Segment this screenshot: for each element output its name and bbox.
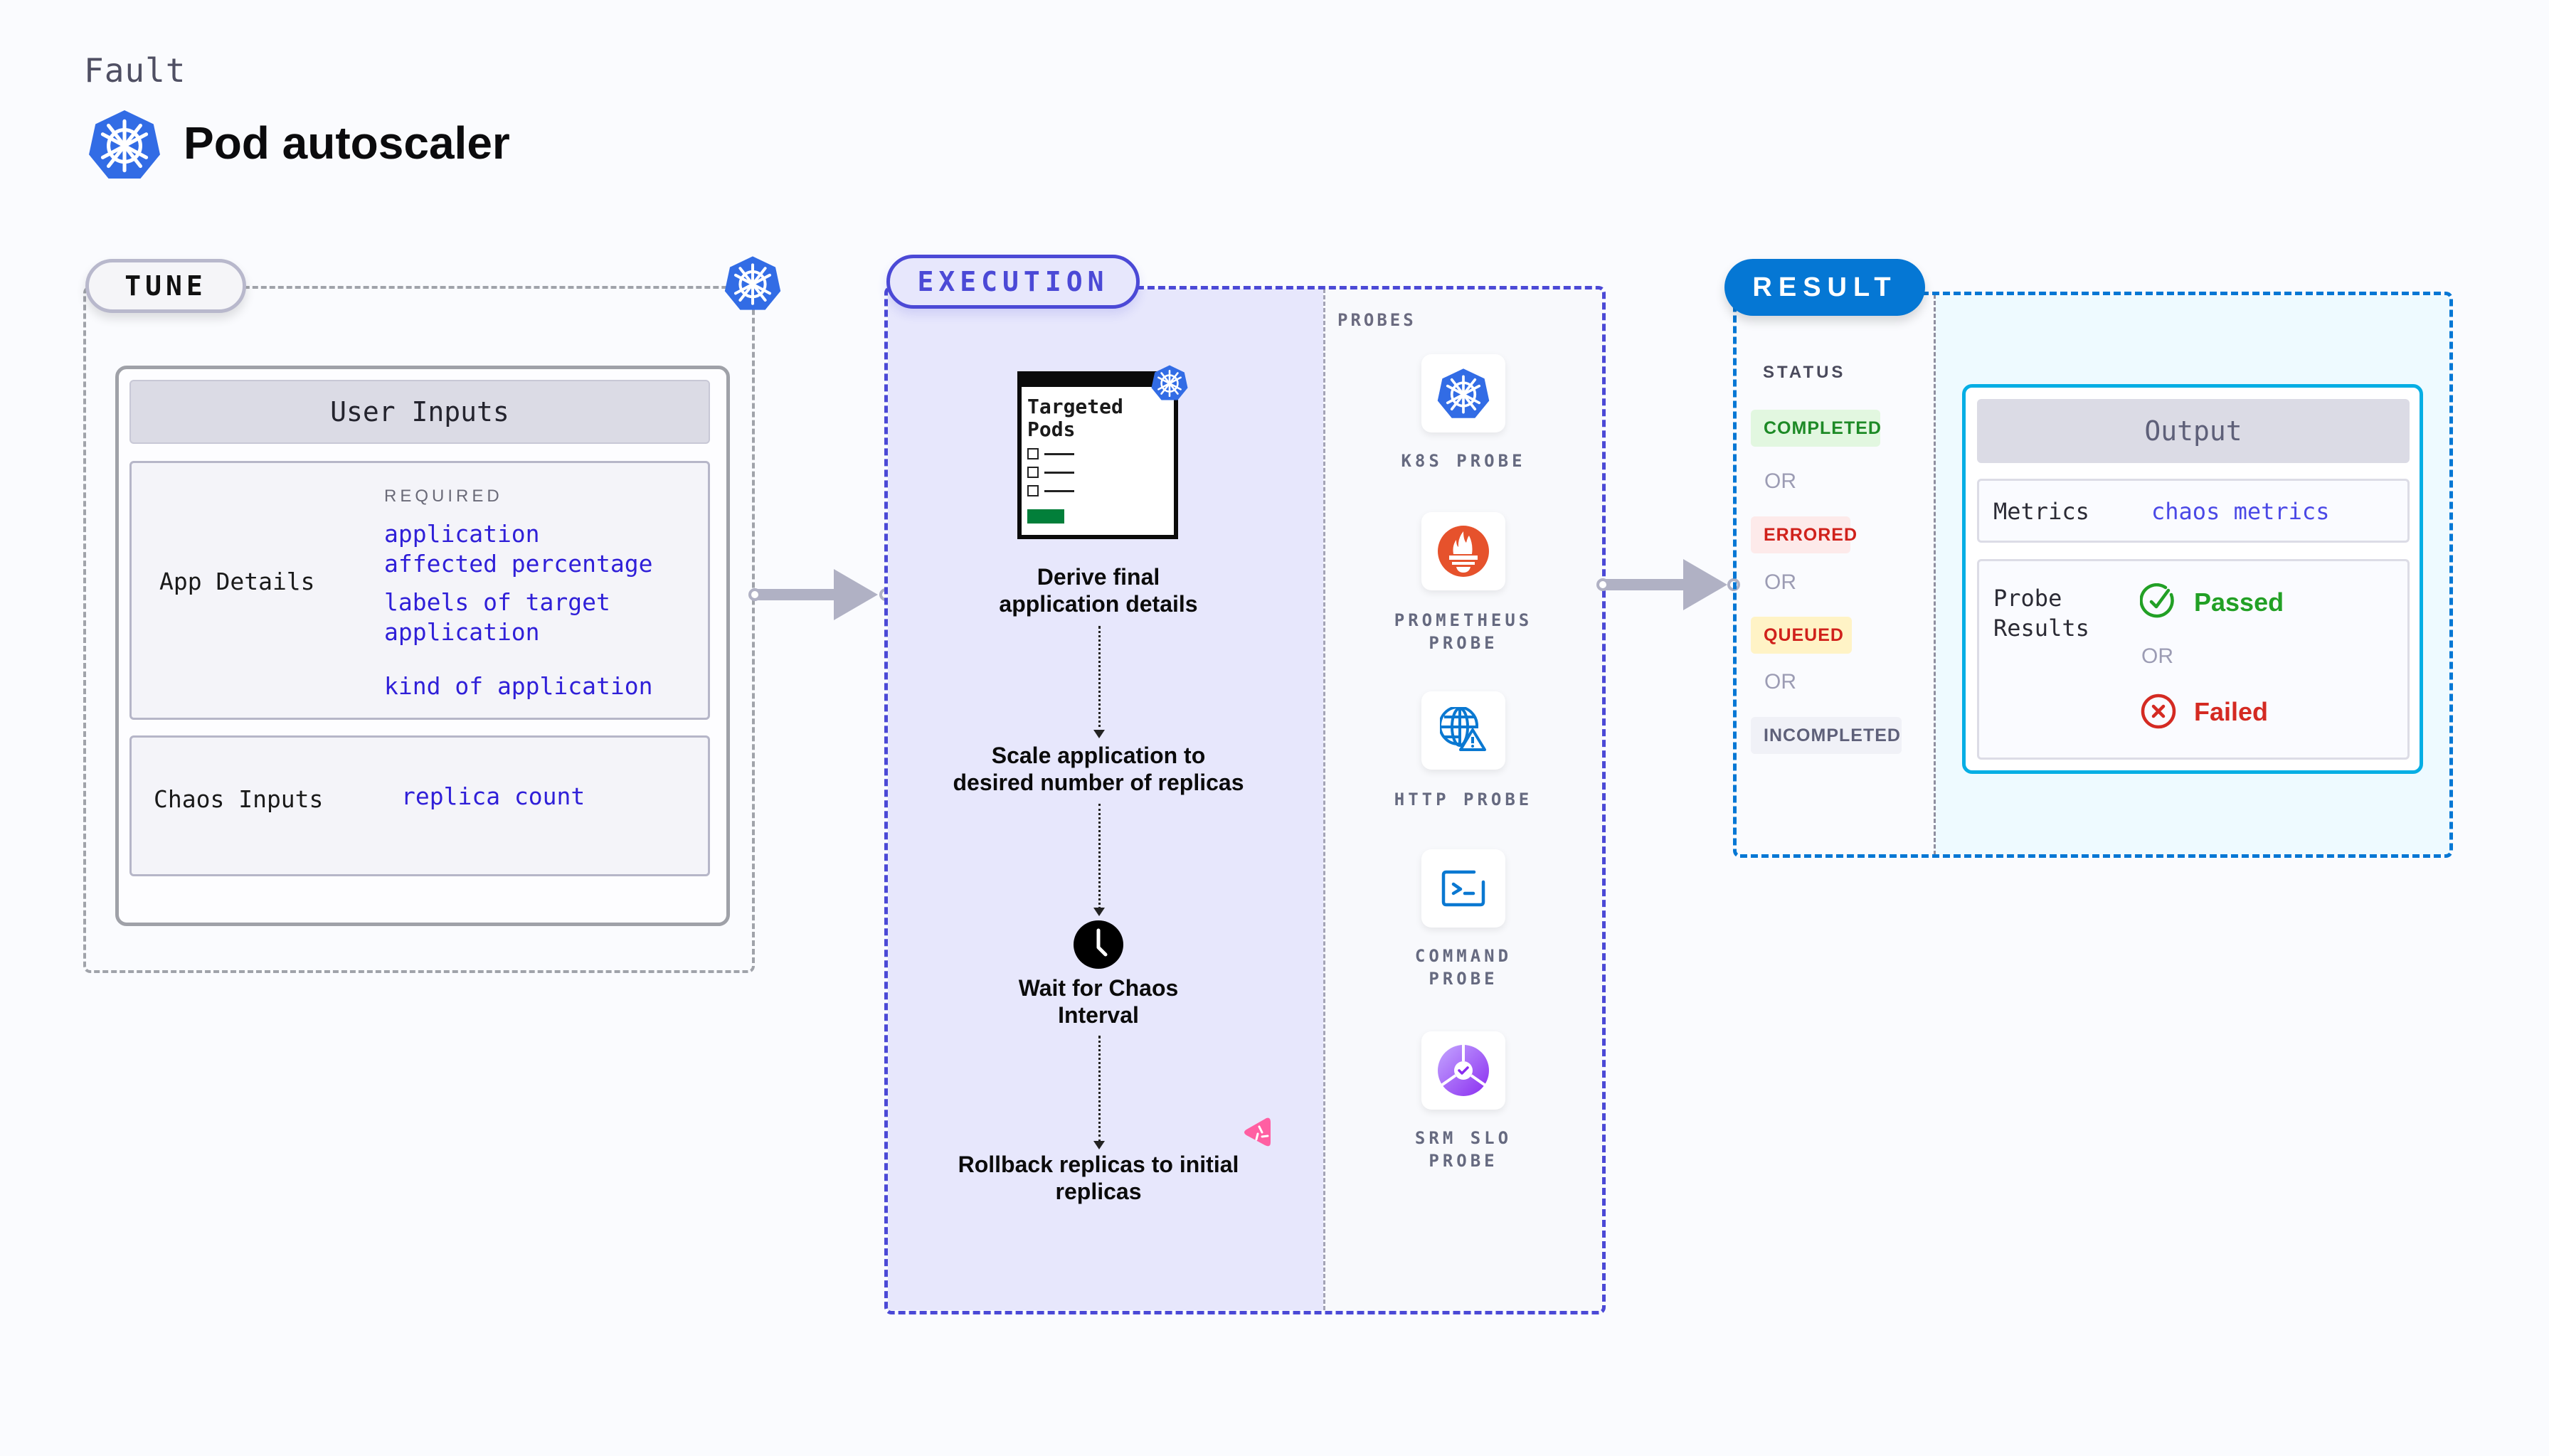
probe-label-text: PROBE (1429, 1151, 1498, 1171)
prometheus-probe-tile (1421, 512, 1505, 590)
arrow-down-icon (1093, 908, 1105, 916)
step-text: Scale application to (991, 743, 1206, 768)
probe-passed-text: Passed (2194, 588, 2284, 617)
step-text: application details (999, 591, 1198, 617)
flow-connector (1098, 1036, 1101, 1142)
targeted-title-line2: Pods (1027, 418, 1076, 441)
param-labels-application: application (384, 618, 540, 646)
probe-label-text: SRM SLO (1414, 1128, 1512, 1148)
check-circle-icon (2140, 583, 2174, 618)
targeted-title-line1: Targeted (1027, 395, 1123, 418)
line-placeholder (1044, 453, 1074, 455)
step-text: Rollback replicas to initial (958, 1152, 1239, 1177)
probe-failed-text: Failed (2194, 697, 2269, 726)
status-badge-queued: QUEUED (1751, 617, 1852, 654)
line-placeholder (1044, 472, 1074, 474)
kubernetes-icon (1436, 367, 1491, 420)
prometheus-icon (1438, 526, 1489, 577)
app-details-label: App Details (159, 568, 315, 595)
clock-icon (1074, 920, 1123, 969)
probe-results-label: Probe Results (1993, 583, 2089, 643)
http-probe-tile (1421, 691, 1505, 770)
step-derive-details: Derive final application details (899, 563, 1298, 617)
connector-line (757, 589, 837, 600)
kubernetes-icon (724, 253, 781, 313)
required-label: REQUIRED (384, 487, 503, 506)
kubernetes-icon (87, 108, 162, 181)
category-label: Fault (84, 51, 186, 90)
card-titlebar (1017, 371, 1160, 387)
checkbox-icon (1027, 467, 1039, 478)
status-badge-errored: ERRORED (1751, 516, 1857, 553)
arrow-down-icon (1093, 730, 1105, 738)
status-badge-completed: COMPLETED (1751, 410, 1881, 447)
probe-results-label-line1: Probe (1993, 585, 2062, 612)
param-kind-of-application: kind of application (384, 672, 653, 700)
or-separator: OR (1764, 570, 1796, 594)
step-text: Wait for Chaos (1018, 975, 1179, 1001)
connector-dot (1596, 578, 1609, 591)
page-title: Pod autoscaler (184, 117, 510, 169)
metrics-value: chaos metrics (2151, 498, 2330, 525)
flow-connector (1098, 626, 1101, 733)
step-text: Interval (1058, 1002, 1139, 1028)
status-badge-incompleted: INCOMPLETED (1751, 717, 1902, 754)
param-affected-percentage: affected percentage (384, 550, 653, 578)
metrics-label: Metrics (1993, 498, 2089, 525)
result-label: RESULT (1724, 259, 1925, 316)
step-text: replicas (1055, 1179, 1142, 1204)
globe-warning-icon (1440, 707, 1486, 751)
line-placeholder (1044, 490, 1074, 492)
probe-label-text: PROBE (1429, 969, 1498, 989)
status-label: STATUS (1763, 363, 1846, 382)
srm-slo-probe-label: SRM SLO PROBE (1357, 1127, 1570, 1172)
command-probe-tile (1421, 849, 1505, 928)
probe-results-label-line2: Results (1993, 615, 2089, 642)
litmus-chaos-icon (1244, 1117, 1271, 1147)
user-inputs-title: User Inputs (129, 380, 710, 444)
probe-label-text: PROBE (1429, 633, 1498, 653)
or-separator: OR (2141, 644, 2173, 668)
step-text: desired number of replicas (953, 770, 1244, 795)
x-circle-icon (2141, 694, 2176, 729)
kubernetes-icon (1151, 363, 1188, 403)
tune-label: TUNE (85, 259, 246, 313)
probe-label-text: PROMETHEUS (1394, 610, 1533, 630)
checkbox-icon (1027, 448, 1039, 459)
probes-label: PROBES (1337, 310, 1416, 330)
checkbox-icon (1027, 485, 1039, 496)
terminal-icon (1441, 870, 1485, 907)
arrow-right-icon (834, 569, 878, 620)
step-text: Derive final (1037, 564, 1160, 590)
arrow-down-icon (1093, 1141, 1105, 1149)
output-title: Output (1977, 399, 2410, 463)
http-probe-label: HTTP PROBE (1357, 788, 1570, 811)
step-scale-application: Scale application to desired number of r… (899, 742, 1298, 796)
param-replica-count: replica count (401, 782, 585, 810)
flow-connector (1098, 804, 1101, 909)
or-separator: OR (1764, 469, 1796, 493)
or-separator: OR (1764, 670, 1796, 694)
k8s-probe-label: K8S PROBE (1357, 450, 1570, 472)
step-rollback-replicas: Rollback replicas to initial replicas (899, 1151, 1298, 1205)
status-bar (1027, 509, 1064, 524)
chaos-inputs-label: Chaos Inputs (154, 785, 324, 813)
prometheus-probe-label: PROMETHEUS PROBE (1357, 609, 1570, 654)
arrow-right-icon (1683, 559, 1727, 610)
param-labels-of-target: labels of target (384, 588, 610, 616)
connector-line (1605, 579, 1686, 590)
slo-check-icon (1438, 1044, 1489, 1096)
param-application: application (384, 520, 540, 548)
k8s-probe-tile (1421, 354, 1505, 432)
probe-label-text: COMMAND (1414, 946, 1512, 966)
targeted-pods-title: Targeted Pods (1027, 395, 1123, 441)
connector-dot (748, 588, 761, 601)
probe-label-text: K8S PROBE (1401, 451, 1526, 471)
execution-label: EXECUTION (886, 255, 1140, 309)
srm-slo-probe-tile (1421, 1031, 1505, 1110)
command-probe-label: COMMAND PROBE (1357, 945, 1570, 990)
step-wait-chaos-interval: Wait for Chaos Interval (899, 974, 1298, 1029)
probe-label-text: HTTP PROBE (1394, 790, 1533, 809)
